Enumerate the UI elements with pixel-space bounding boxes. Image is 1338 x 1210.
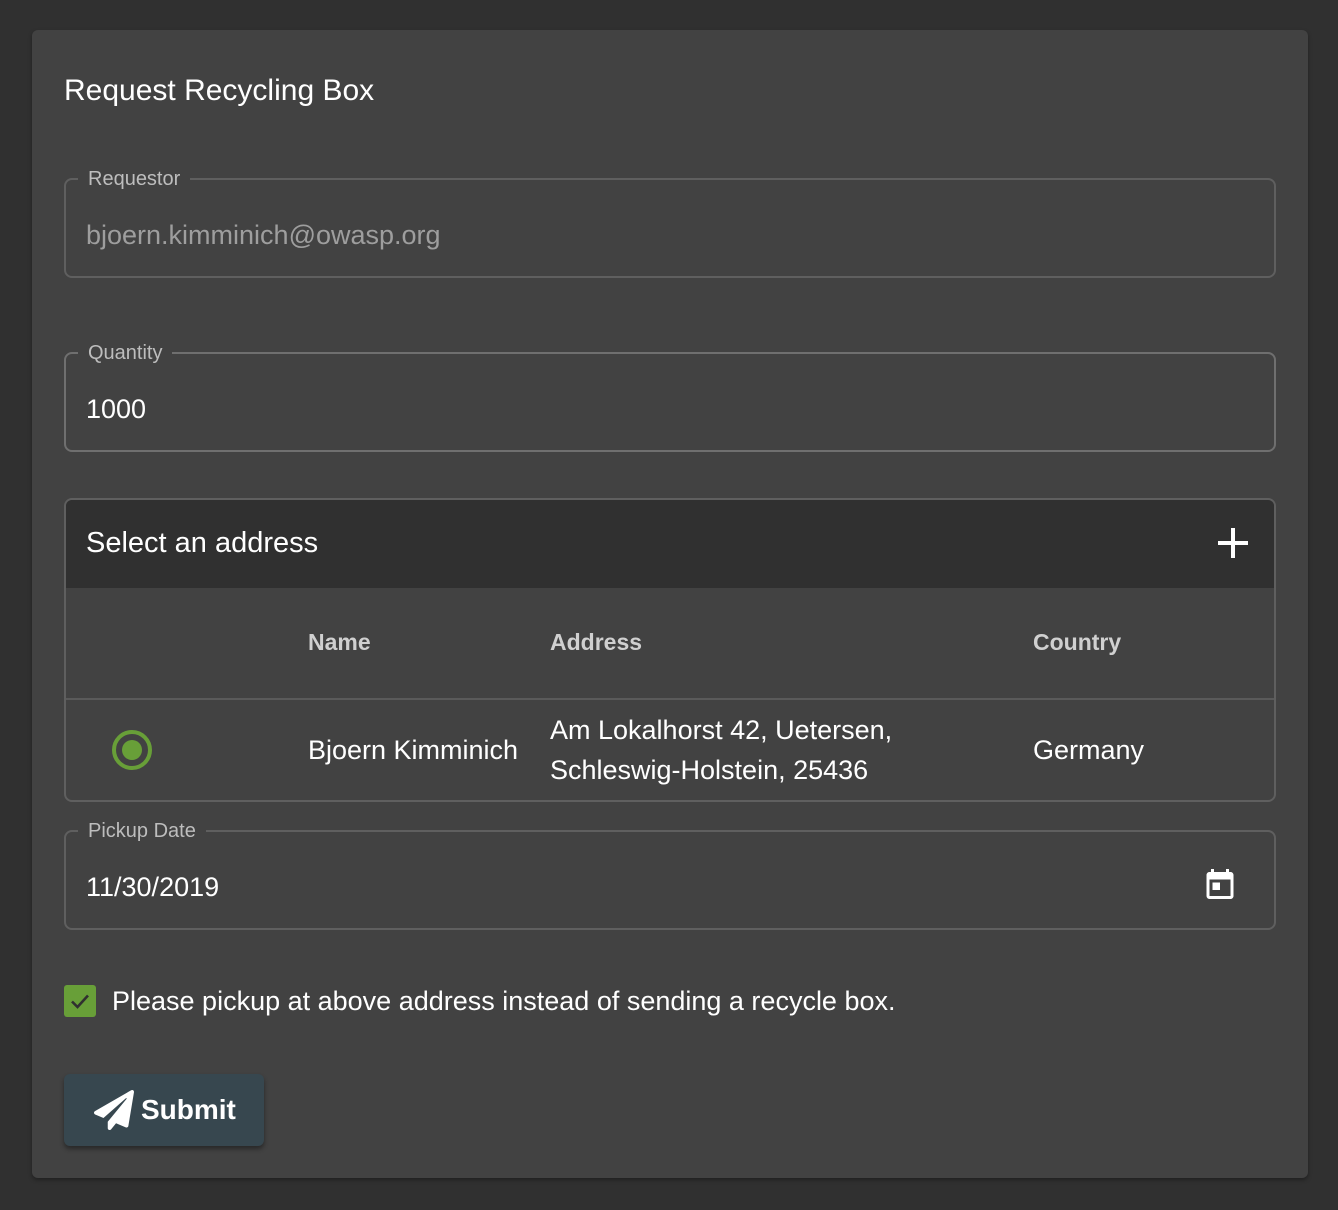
address-line-1: Am Lokalhorst 42, Uetersen, bbox=[550, 715, 893, 745]
quantity-label: Quantity bbox=[78, 341, 173, 365]
address-selection-panel: Select an address Name Address Country B… bbox=[64, 498, 1276, 802]
requestor-value: bjoern.kimminich@owasp.org bbox=[86, 220, 441, 250]
address-radio-button[interactable] bbox=[112, 730, 152, 770]
pickup-checkbox-label[interactable]: Please pickup at above address instead o… bbox=[112, 983, 896, 1019]
requestor-label: Requestor bbox=[78, 167, 191, 191]
card-title: Request Recycling Box bbox=[64, 74, 375, 107]
pickup-date-input[interactable]: 11/30/2019 bbox=[86, 870, 219, 904]
column-header-name[interactable]: Name bbox=[308, 628, 371, 656]
submit-button[interactable]: Submit bbox=[64, 1074, 264, 1146]
requestor-field: Requestor bjoern.kimminich@owasp.org bbox=[64, 167, 1276, 278]
submit-label: Submit bbox=[141, 1094, 236, 1125]
quantity-field[interactable]: Quantity 1000 bbox=[64, 341, 1276, 452]
pickup-date-field[interactable]: Pickup Date 11/30/2019 bbox=[64, 819, 1276, 930]
address-panel-title: Select an address bbox=[86, 527, 319, 559]
address-panel-header: Select an address bbox=[66, 500, 1274, 588]
address-cell: Am Lokalhorst 42, Uetersen, Schleswig-Ho… bbox=[550, 710, 892, 790]
recycle-request-card: Request Recycling Box Requestor bjoern.k… bbox=[32, 30, 1308, 1178]
address-name-cell: Bjoern Kimminich bbox=[308, 735, 519, 765]
table-row[interactable]: Bjoern Kimminich Am Lokalhorst 42, Ueter… bbox=[66, 700, 1274, 800]
plus-icon[interactable] bbox=[1214, 524, 1252, 562]
address-country-cell: Germany bbox=[1033, 735, 1145, 765]
address-line-2: Schleswig-Holstein, 25436 bbox=[550, 755, 869, 785]
address-table-header: Name Address Country bbox=[66, 588, 1274, 700]
radio-selected-dot bbox=[122, 740, 142, 760]
calendar-icon[interactable] bbox=[1202, 866, 1238, 902]
paper-plane-icon bbox=[94, 1090, 134, 1130]
column-header-country[interactable]: Country bbox=[1033, 628, 1121, 656]
quantity-input[interactable]: 1000 bbox=[86, 392, 146, 426]
column-header-address[interactable]: Address bbox=[550, 628, 642, 656]
check-icon bbox=[71, 994, 89, 1009]
pickup-checkbox[interactable] bbox=[64, 985, 96, 1017]
pickup-date-label: Pickup Date bbox=[78, 819, 206, 843]
